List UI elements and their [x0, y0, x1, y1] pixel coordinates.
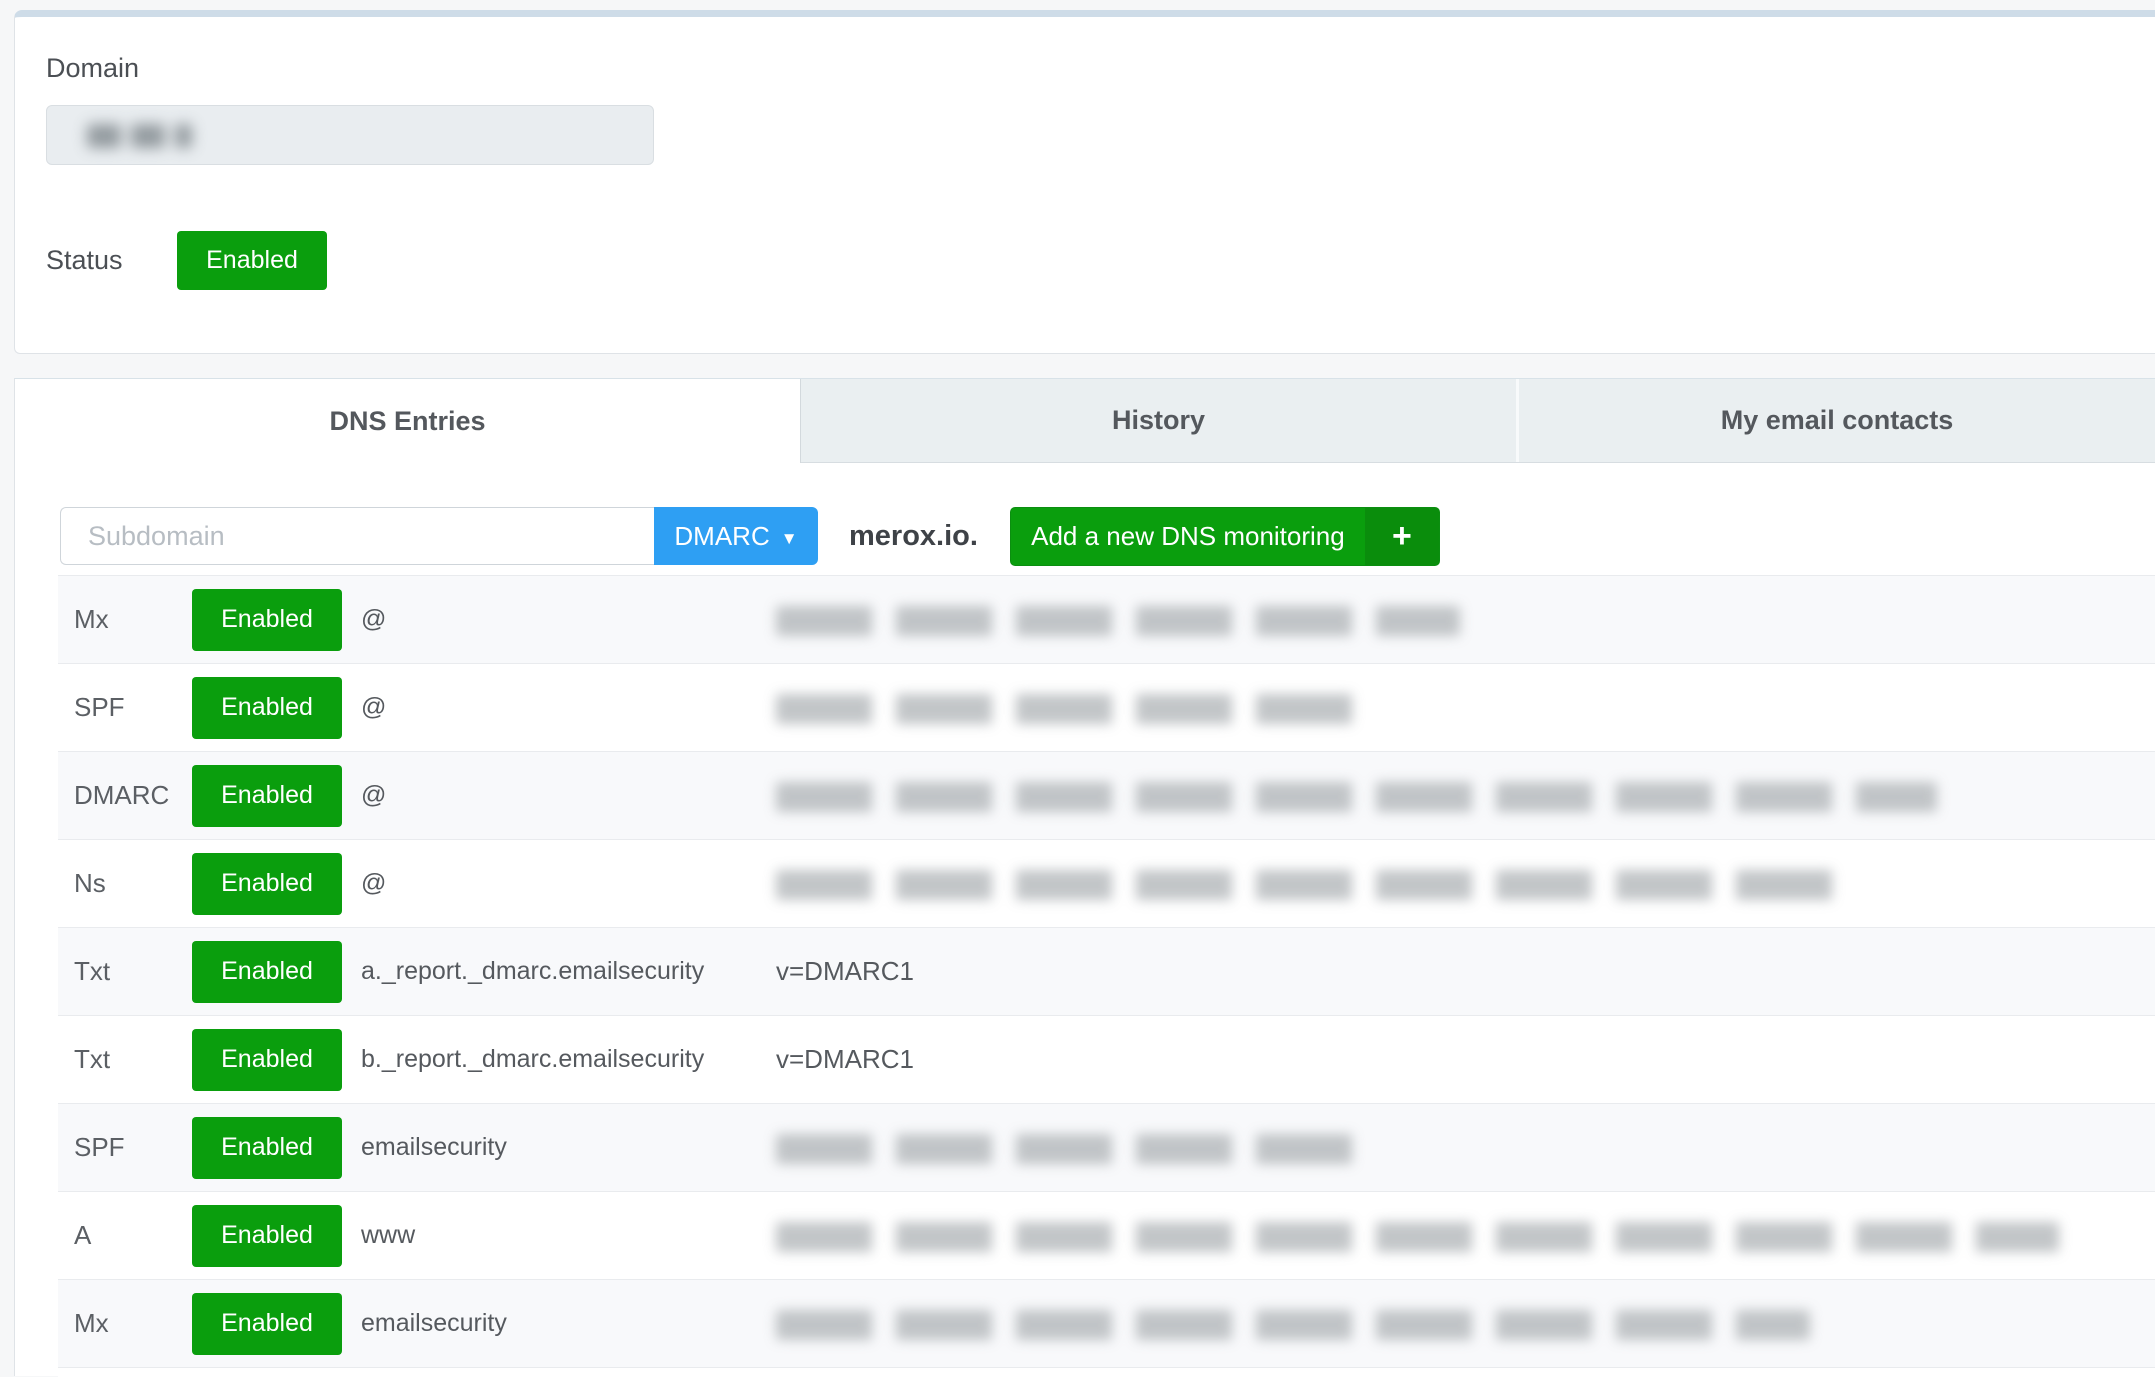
- record-name: @: [342, 781, 776, 810]
- redacted-value: [776, 694, 1364, 724]
- plus-icon[interactable]: +: [1365, 508, 1439, 565]
- redacted-value: [776, 1310, 1810, 1340]
- table-row[interactable]: Txt Enabled a._report._dmarc.emailsecuri…: [58, 927, 2155, 1015]
- record-type: Mx: [58, 604, 192, 635]
- table-row[interactable]: Ns Enabled @: [58, 839, 2155, 927]
- add-dns-monitoring-button[interactable]: Add a new DNS monitoring +: [1010, 507, 1440, 566]
- record-type: A: [58, 1220, 192, 1251]
- record-type: SPF: [58, 692, 192, 723]
- status-badge[interactable]: Enabled: [192, 765, 342, 827]
- record-value: v=DMARC1: [776, 956, 2155, 987]
- status-badge[interactable]: Enabled: [192, 677, 342, 739]
- tabbar: DNS Entries History My email contacts: [15, 379, 2155, 463]
- record-type: DMARC: [58, 780, 192, 811]
- record-name: www: [342, 1221, 776, 1250]
- table-row[interactable]: DMARC Enabled @: [58, 751, 2155, 839]
- record-type: Ns: [58, 868, 192, 899]
- status-badge[interactable]: Enabled: [177, 231, 327, 290]
- record-value: [776, 1307, 2155, 1339]
- table-row[interactable]: Mx Enabled emailsecurity: [58, 1279, 2155, 1367]
- tab-history[interactable]: History: [801, 379, 1516, 463]
- record-value: v=DMARC1: [776, 1044, 2155, 1075]
- domain-suffix-label: merox.io.: [849, 520, 978, 553]
- table-row[interactable]: SPF Enabled @: [58, 663, 2155, 751]
- record-name: @: [342, 693, 776, 722]
- record-value: [776, 1131, 2155, 1163]
- domain-input[interactable]: [46, 105, 654, 165]
- add-dns-monitoring-label: Add a new DNS monitoring: [1011, 508, 1365, 565]
- table-row[interactable]: Txt Enabled b._report._dmarc.emailsecuri…: [58, 1015, 2155, 1103]
- redacted-value: [776, 606, 1460, 636]
- table-row[interactable]: Mx Enabled @: [58, 575, 2155, 663]
- domain-status-card: Domain Status Enabled: [14, 10, 2155, 354]
- redacted-value: [776, 870, 1842, 900]
- record-value: [776, 1219, 2155, 1251]
- redacted-value: [776, 1222, 2059, 1252]
- subdomain-input[interactable]: [60, 507, 654, 565]
- record-name: a._report._dmarc.emailsecurity: [342, 957, 776, 986]
- record-type: Mx: [58, 1308, 192, 1339]
- record-value: [776, 691, 2155, 723]
- redacted-value: [776, 782, 1937, 812]
- record-value: [776, 603, 2155, 635]
- record-type: SPF: [58, 1132, 192, 1163]
- tab-my-email-contacts[interactable]: My email contacts: [1519, 379, 2155, 463]
- dns-panel-card: DNS Entries History My email contacts DM…: [14, 378, 2155, 1376]
- record-name: @: [342, 869, 776, 898]
- record-type: Txt: [58, 1044, 192, 1075]
- status-badge[interactable]: Enabled: [192, 589, 342, 651]
- domain-label: Domain: [46, 53, 139, 84]
- record-name: b._report._dmarc.emailsecurity: [342, 1045, 776, 1074]
- status-badge[interactable]: Enabled: [192, 941, 342, 1003]
- tab-dns-entries[interactable]: DNS Entries: [15, 379, 801, 463]
- record-type-dropdown[interactable]: DMARC ▼: [654, 507, 818, 565]
- status-badge[interactable]: Enabled: [192, 1029, 342, 1091]
- table-row[interactable]: SPF Enabled emailsecurity: [58, 1103, 2155, 1191]
- dns-monitoring-page: Domain Status Enabled DNS Entries Histor…: [0, 0, 2155, 1376]
- record-name: emailsecurity: [342, 1309, 776, 1338]
- record-name: @: [342, 605, 776, 634]
- record-type: Txt: [58, 956, 192, 987]
- status-badge[interactable]: Enabled: [192, 1205, 342, 1267]
- record-name: emailsecurity: [342, 1133, 776, 1162]
- dns-entries-table: Mx Enabled @ SPF Enabled @ DMARC Enabled…: [58, 575, 2155, 1377]
- status-badge[interactable]: Enabled: [192, 1293, 342, 1355]
- record-value: [776, 867, 2155, 899]
- status-badge[interactable]: Enabled: [192, 1117, 342, 1179]
- table-row[interactable]: A Enabled www: [58, 1191, 2155, 1279]
- dns-toolbar: DMARC ▼ merox.io. Add a new DNS monitori…: [60, 507, 1440, 565]
- caret-down-icon: ▼: [781, 530, 798, 547]
- redacted-value: [776, 1134, 1364, 1164]
- record-value: [776, 779, 2155, 811]
- redacted-domain-value: [87, 124, 192, 148]
- status-label: Status: [46, 245, 123, 276]
- record-type-dropdown-label: DMARC: [674, 521, 769, 552]
- status-badge[interactable]: Enabled: [192, 853, 342, 915]
